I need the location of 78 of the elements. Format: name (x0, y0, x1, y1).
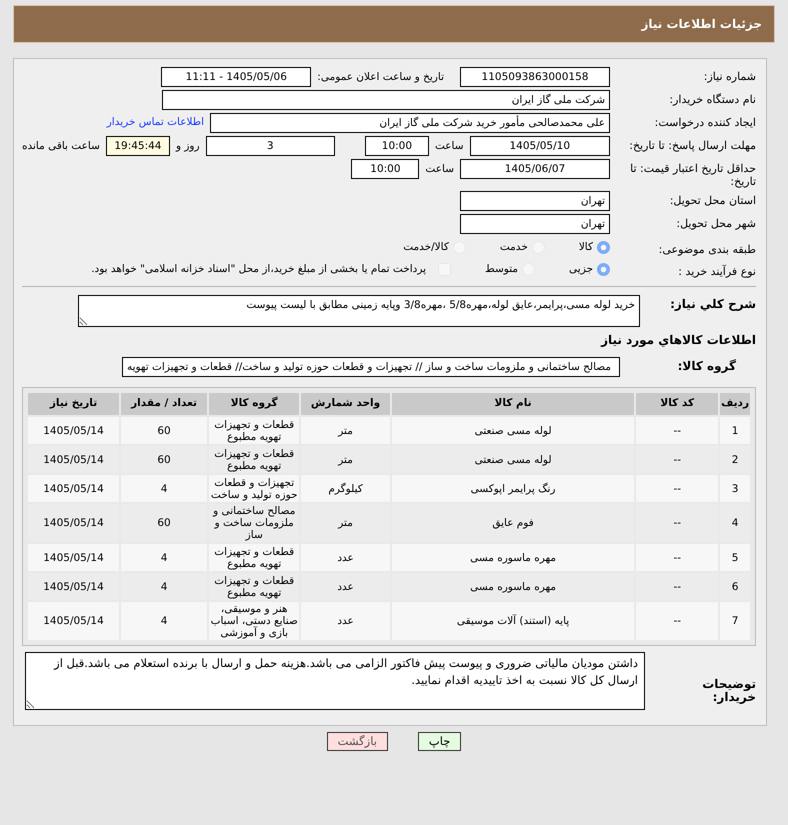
table-cell: قطعات و تجهیزات تهویه مطبوع (209, 544, 300, 571)
table-cell: 1405/05/14 (28, 475, 120, 502)
field-label: استان محل تحویل: (668, 193, 756, 207)
field-label: نام دستگاه خریدار: (668, 92, 756, 106)
field-label: ایجاد کننده درخواست: (654, 115, 756, 129)
field-label: مهلت ارسال پاسخ: تا تاریخ: (628, 138, 756, 152)
print-button[interactable]: چاپ (418, 732, 462, 751)
page-title: جزئیات اطلاعات نیاز (641, 16, 762, 33)
section-heading: اطلاعات كالاهاي مورد نياز (600, 332, 756, 349)
table-cell: 1405/05/14 (28, 544, 120, 571)
announce-date-field: 1405/05/06 - 11:11 (161, 67, 312, 87)
column-header: کد کالا (636, 393, 718, 415)
option-label: کالا/خدمت (403, 240, 449, 255)
table-cell: 4 (121, 544, 208, 571)
table-cell: -- (636, 544, 718, 571)
table-cell: 5 (720, 544, 750, 571)
buyer-org-field: شرکت ملی گاز ایران (162, 90, 610, 110)
requester-field: علی محمدصالحی مأمور خرید شرکت ملی گاز ایران (210, 113, 610, 133)
option-label: متوسط (485, 262, 518, 277)
column-header: واحد شمارش (301, 393, 390, 415)
goods-group-field: مصالح ساختمانی و ملزومات ساخت و ساز // تجهیزات و قطعات حوزه تولید و ساخت// قطعات و تجهیزات تهویه (122, 357, 620, 377)
field-label: حداقل تاریخ اعتبار قیمت: تا تاریخ: (629, 161, 756, 188)
column-header: تاریخ نیاز (28, 393, 120, 415)
table-cell: متر (301, 417, 390, 444)
table-cell: 4 (121, 475, 208, 502)
field-label: گروه كالا: (676, 358, 737, 373)
option-label: جزیی (569, 262, 593, 277)
field-label: تاریخ و ساعت اعلان عمومی: (317, 70, 444, 85)
column-header: گروه کالا (209, 393, 300, 415)
buyer-notes-field[interactable]: داشتن مودیان مالیاتی ضروری و پیوست پیش فاکتور الزامی می باشد.هزینه حمل و ارسال با برنده استعلام می باشد.قبل از ارسال کل کالا نسبت به اخذ تاییدیه اقدام نمایید. (25, 652, 645, 710)
table-cell: هنر و موسیقی، صنایع دستی، اسباب بازی و آموزشی (209, 602, 300, 640)
date-field: 1405/05/10 (470, 136, 610, 156)
field-label: طبقه بندی موضوعی: (658, 242, 756, 256)
field-label: توضیحات خریدار: (701, 676, 756, 704)
field-label: شماره نیاز: (702, 69, 756, 83)
field-label: شهر محل تحویل: (675, 216, 756, 230)
city-field: تهران (460, 214, 610, 234)
table-cell: 1405/05/14 (28, 602, 120, 640)
option-label: خدمت (500, 240, 528, 255)
column-header: ردیف (720, 393, 750, 415)
column-header: نام کالا (392, 393, 634, 415)
table-cell: 1 (720, 417, 750, 444)
table-cell: رنگ پرایمر اپوکسی (392, 475, 634, 502)
back-button[interactable]: بازگشت (326, 732, 388, 751)
field-label: ساعت (425, 162, 454, 177)
option-label: کالا (578, 240, 593, 255)
table-cell: کیلوگرم (301, 475, 390, 502)
contact-link[interactable]: اطلاعات تماس خریدار (106, 113, 204, 131)
table-cell: -- (636, 602, 718, 640)
table-cell: 1405/05/14 (28, 417, 120, 444)
table-cell: -- (636, 475, 718, 502)
field-label: روز و (176, 139, 200, 154)
table-cell: -- (636, 417, 718, 444)
field-label: نوع فرآیند خرید : (677, 264, 756, 278)
table-cell: قطعات و تجهیزات تهویه مطبوع (209, 417, 300, 444)
table-cell: لوله مسی صنعتی (392, 417, 634, 444)
description-field[interactable]: خرید لوله مسی،پرایمر،عایق لوله،مهره5/8 ،مهره3/8 وپایه زمینی مطابق با لیست پیوست (78, 295, 640, 327)
table-cell: 7 (720, 602, 750, 640)
field-label: ساعت باقی مانده (22, 139, 100, 154)
days-field: 3 (206, 136, 335, 156)
date-field: 1405/06/07 (460, 159, 610, 179)
province-field: تهران (460, 191, 610, 211)
field-label: شرح کلي نياز: (669, 296, 756, 311)
column-header: تعداد / مقدار (121, 393, 208, 415)
field-label: ساعت (434, 139, 464, 154)
table-cell: پایه (استند) آلات موسیقی (392, 602, 634, 640)
time-field: 10:00 (351, 159, 420, 179)
table-cell: مهره ماسوره مسی (392, 544, 634, 571)
table-cell: تجهیزات و قطعات حوزه تولید و ساخت (209, 475, 300, 502)
remaining-time-field: 19:45:44 (106, 136, 170, 156)
table-cell: 60 (121, 417, 208, 444)
need-number-field: 1105093863000158 (460, 67, 610, 87)
table-cell: 4 (121, 602, 208, 640)
table-cell: 3 (720, 475, 750, 502)
table-cell: عدد (301, 544, 390, 571)
checkbox-label: پرداخت تمام یا بخشی از مبلغ خرید،از محل "اسناد خزانه اسلامی" خواهد بود. (91, 262, 426, 277)
time-field: 10:00 (364, 136, 429, 156)
table-cell: عدد (301, 602, 390, 640)
